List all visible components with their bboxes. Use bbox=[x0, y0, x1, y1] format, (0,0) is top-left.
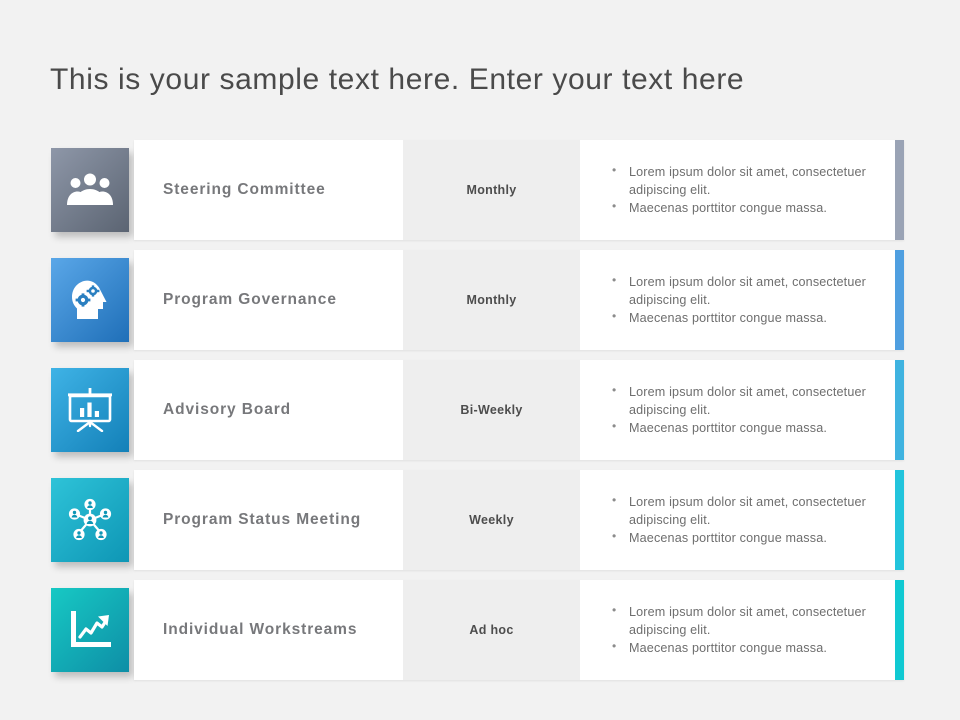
bullet-item: Lorem ipsum dolor sit amet, consectetuer… bbox=[612, 272, 886, 310]
bullet-item: Maecenas porttitor congue massa. bbox=[612, 418, 886, 437]
bullet-item: Maecenas porttitor congue massa. bbox=[612, 638, 886, 657]
row-icon-tile bbox=[51, 478, 129, 562]
bullet-item: Lorem ipsum dolor sit amet, consectetuer… bbox=[612, 492, 886, 530]
row-name-cell: Program Governance bbox=[134, 250, 403, 350]
table-row: Individual Workstreams Ad hoc Lorem ipsum … bbox=[0, 580, 960, 680]
row-frequency-label: Monthly bbox=[466, 182, 517, 197]
page-title: This is your sample text here. Enter you… bbox=[50, 63, 745, 96]
row-name-label: Steering Committee bbox=[163, 181, 326, 198]
presentation-board-icon bbox=[67, 388, 113, 432]
row-frequency-cell: Ad hoc bbox=[403, 580, 580, 680]
row-frequency-cell: Bi-Weekly bbox=[403, 360, 580, 460]
row-card: Individual Workstreams Ad hoc Lorem ipsum … bbox=[134, 580, 904, 680]
row-card: Advisory Board Bi-Weekly Lorem ipsum dolor… bbox=[134, 360, 904, 460]
row-frequency-cell: Monthly bbox=[403, 250, 580, 350]
row-bullets-cell: Lorem ipsum dolor sit amet, consectetuer… bbox=[580, 580, 904, 680]
row-icon-tile bbox=[51, 588, 129, 672]
table-row: Program Governance Monthly Lorem ipsum dol… bbox=[0, 250, 960, 350]
row-accent-bar bbox=[895, 580, 904, 680]
table-row: Advisory Board Bi-Weekly Lorem ipsum dolor… bbox=[0, 360, 960, 460]
row-name-cell: Advisory Board bbox=[134, 360, 403, 460]
row-frequency-label: Bi-Weekly bbox=[460, 402, 523, 417]
row-accent-bar bbox=[895, 470, 904, 570]
row-accent-bar bbox=[895, 140, 904, 240]
people-group-icon bbox=[67, 172, 113, 208]
network-hub-icon bbox=[67, 497, 113, 543]
row-name-label: Advisory Board bbox=[163, 401, 292, 418]
table-row: Steering Committee Monthly Lorem ipsum dol… bbox=[0, 140, 960, 240]
bullet-item: Lorem ipsum dolor sit amet, consectetuer… bbox=[612, 162, 886, 200]
row-frequency-label: Ad hoc bbox=[469, 622, 514, 637]
row-card: Steering Committee Monthly Lorem ipsum dol… bbox=[134, 140, 904, 240]
row-frequency-cell: Monthly bbox=[403, 140, 580, 240]
row-frequency-label: Weekly bbox=[469, 512, 514, 527]
bullet-item: Lorem ipsum dolor sit amet, consectetuer… bbox=[612, 602, 886, 640]
row-icon-tile bbox=[51, 148, 129, 232]
row-bullets-cell: Lorem ipsum dolor sit amet, consectetuer… bbox=[580, 250, 904, 350]
row-name-cell: Program Status Meeting bbox=[134, 470, 403, 570]
row-bullets-cell: Lorem ipsum dolor sit amet, consectetuer… bbox=[580, 360, 904, 460]
slide-canvas: This is your sample text here. Enter you… bbox=[0, 0, 960, 720]
growth-chart-icon bbox=[67, 609, 113, 651]
row-name-label: Program Status Meeting bbox=[163, 511, 362, 528]
bullet-item: Maecenas porttitor congue massa. bbox=[612, 528, 886, 547]
row-icon-tile bbox=[51, 258, 129, 342]
row-frequency-label: Monthly bbox=[466, 292, 517, 307]
head-with-gears-icon bbox=[68, 278, 112, 322]
row-accent-bar bbox=[895, 360, 904, 460]
row-accent-bar bbox=[895, 250, 904, 350]
row-card: Program Governance Monthly Lorem ipsum dol… bbox=[134, 250, 904, 350]
row-card: Program Status Meeting Weekly Lorem ipsum … bbox=[134, 470, 904, 570]
row-icon-tile bbox=[51, 368, 129, 452]
row-bullets-cell: Lorem ipsum dolor sit amet, consectetuer… bbox=[580, 140, 904, 240]
governance-table: Steering Committee Monthly Lorem ipsum dol… bbox=[0, 140, 960, 690]
bullet-item: Lorem ipsum dolor sit amet, consectetuer… bbox=[612, 382, 886, 420]
row-name-label: Individual Workstreams bbox=[163, 621, 358, 638]
row-name-cell: Individual Workstreams bbox=[134, 580, 403, 680]
row-name-label: Program Governance bbox=[163, 291, 337, 308]
table-row: Program Status Meeting Weekly Lorem ipsum … bbox=[0, 470, 960, 570]
row-name-cell: Steering Committee bbox=[134, 140, 403, 240]
row-frequency-cell: Weekly bbox=[403, 470, 580, 570]
row-bullets-cell: Lorem ipsum dolor sit amet, consectetuer… bbox=[580, 470, 904, 570]
bullet-item: Maecenas porttitor congue massa. bbox=[612, 308, 886, 327]
bullet-item: Maecenas porttitor congue massa. bbox=[612, 198, 886, 217]
